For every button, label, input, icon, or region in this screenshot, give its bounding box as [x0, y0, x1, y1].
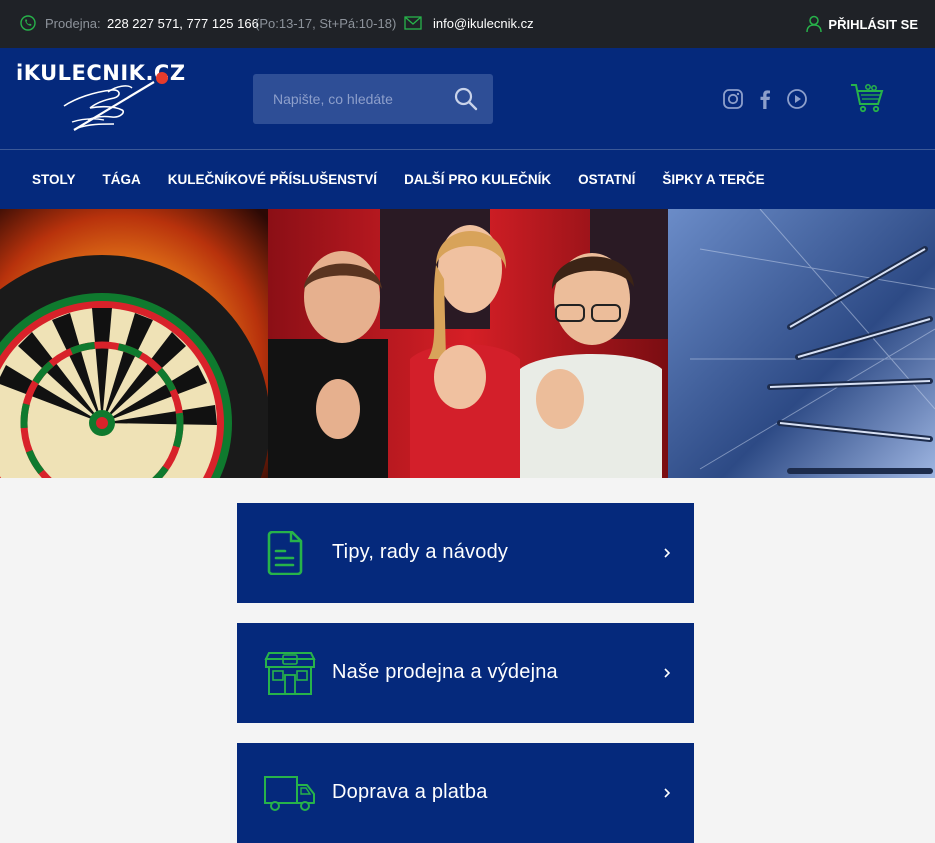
card-shipping[interactable]: Doprava a platba [237, 743, 694, 843]
card-shipping-label: Doprava a platba [332, 781, 488, 803]
hero-banner[interactable] [0, 209, 935, 478]
instagram-icon[interactable] [722, 88, 744, 110]
login-link[interactable]: PŘIHLÁSIT SE [806, 14, 918, 34]
phone-icon [20, 15, 36, 31]
nav-item-stoly[interactable]: STOLY [32, 172, 76, 187]
billiard-player-logo-icon [63, 72, 168, 131]
nav-item-taga[interactable]: TÁGA [103, 172, 141, 187]
chevron-right-icon [664, 668, 671, 678]
cart-icon[interactable] [850, 82, 884, 114]
chevron-right-icon [664, 788, 671, 798]
login-label: PŘIHLÁSIT SE [828, 16, 918, 32]
search-box [253, 74, 493, 124]
nav-item-sipky[interactable]: ŠIPKY A TERČE [662, 172, 764, 187]
phone-numbers[interactable]: 228 227 571, 777 125 166 [107, 16, 259, 31]
store-icon [264, 652, 316, 695]
card-tips-label: Tipy, rady a návody [332, 541, 509, 563]
document-icon [267, 531, 303, 575]
phone-label: Prodejna: [45, 16, 101, 31]
nav-item-ostatni[interactable]: OSTATNÍ [578, 172, 635, 187]
card-tips[interactable]: Tipy, rady a návody [237, 503, 694, 603]
user-icon [806, 15, 823, 33]
darts-banner-image [0, 209, 935, 478]
facebook-icon[interactable] [754, 88, 776, 110]
chevron-right-icon [664, 548, 671, 558]
email-link[interactable]: info@ikulecnik.cz [433, 16, 534, 31]
top-bar: Prodejna: 228 227 571, 777 125 166 (Po:1… [0, 0, 935, 48]
youtube-play-icon[interactable] [786, 88, 808, 110]
main-navigation: STOLY TÁGA KULEČNÍKOVÉ PŘÍSLUŠENSTVÍ DAL… [0, 149, 935, 209]
nav-item-prislusenstvi[interactable]: KULEČNÍKOVÉ PŘÍSLUŠENSTVÍ [168, 172, 377, 187]
mail-icon [404, 16, 422, 30]
card-store[interactable]: Naše prodejna a výdejna [237, 623, 694, 723]
search-icon[interactable] [453, 86, 479, 112]
search-input[interactable] [253, 74, 448, 124]
truck-icon [264, 776, 315, 811]
card-store-label: Naše prodejna a výdejna [332, 661, 558, 683]
opening-hours: (Po:13-17, St+Pá:10-18) [255, 16, 397, 31]
nav-item-dalsi[interactable]: DALŠÍ PRO KULEČNÍK [404, 172, 551, 187]
